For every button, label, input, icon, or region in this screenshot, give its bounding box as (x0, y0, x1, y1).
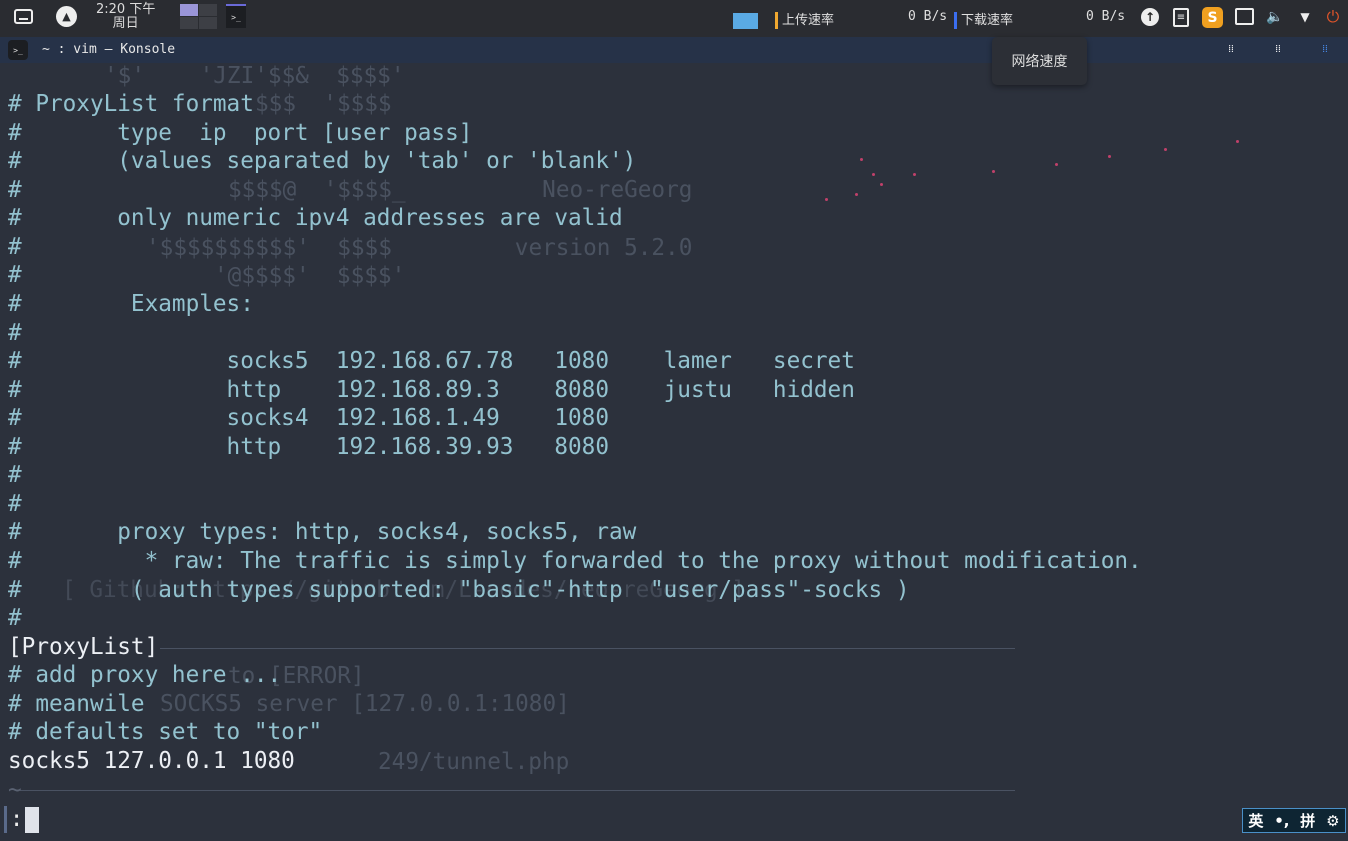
desktop-2[interactable] (199, 4, 217, 16)
editor-buffer[interactable]: # ProxyList format # type ip port [user p… (8, 90, 1142, 804)
desktop-3[interactable] (180, 17, 198, 29)
editor-line: # ProxyList format (8, 91, 254, 117)
window-title: ~ : vim — Konsole (42, 42, 176, 57)
expand-tray-icon[interactable]: ▼ (1297, 9, 1313, 25)
editor-line: # only numeric ipv4 addresses are valid (8, 205, 623, 232)
update-icon[interactable]: ↑ (1141, 8, 1159, 26)
top-panel: ▲ 2:20 下午 周日 >_ 上传速率 0 B/s 下载速率 0 B/s ↑ ≡… (0, 0, 1348, 37)
sogou-input-icon[interactable]: S (1202, 7, 1223, 28)
network-graph-icon (733, 13, 758, 29)
editor-line: # ( auth types supported: "basic"-http "… (8, 576, 910, 603)
show-desktop-icon[interactable] (14, 9, 33, 24)
volume-icon[interactable]: 🔈 (1265, 8, 1285, 26)
editor-line: # defaults set to "tor" (8, 719, 323, 746)
desktop-1[interactable] (180, 4, 198, 16)
bg-text: '$' 'JZI'$$& $$$$' (104, 63, 405, 89)
editor-line: socks5 127.0.0.1 1080 (8, 747, 295, 774)
editor-line: # proxy types: http, socks4, socks5, raw (8, 519, 637, 546)
window-grid-icon-3[interactable]: ⁞⁞ (1318, 42, 1332, 56)
window-titlebar[interactable]: >_ ~ : vim — Konsole ⁞⁞ ⁞⁞ ⁞⁞ (0, 37, 1348, 63)
editor-line: # (8, 490, 22, 517)
download-value: 0 B/s (1086, 9, 1126, 24)
editor-line: # (8, 233, 22, 260)
konsole-app-icon: >_ (8, 40, 28, 60)
download-speed: 下载速率 (954, 9, 1013, 29)
editor-line: # add proxy here ... (8, 662, 282, 689)
terminal-area[interactable]: '$' 'JZI'$$& $$$$' $$$ '$$$$ $$$$@ '$$$$… (0, 63, 1348, 841)
upload-label: 上传速率 (782, 13, 835, 28)
text-cursor (25, 806, 40, 833)
vim-command-line[interactable]: : (4, 806, 40, 833)
desktop-4[interactable] (199, 17, 217, 29)
editor-line: # (8, 176, 22, 203)
clock-time: 2:20 下午 (96, 2, 156, 17)
window-grid-icon-1[interactable]: ⁞⁞ (1224, 42, 1238, 56)
editor-line: # (8, 605, 22, 632)
editor-line: # socks5 192.168.67.78 1080 lamer secret (8, 348, 855, 375)
upload-value: 0 B/s (908, 9, 948, 24)
editor-line: [ProxyList] (8, 633, 159, 660)
power-icon[interactable]: ⏻ (1323, 7, 1343, 27)
ime-mode-toggle[interactable]: 拼 (1300, 810, 1315, 831)
upload-speed: 上传速率 (775, 9, 834, 29)
clock-day: 周日 (112, 16, 139, 31)
app-launcher-icon[interactable]: ▲ (56, 6, 77, 27)
editor-line: ~ (8, 776, 22, 803)
window-grid-icon-2[interactable]: ⁞⁞ (1271, 42, 1285, 56)
editor-line: # http 192.168.89.3 8080 justu hidden (8, 376, 855, 403)
editor-line: # Examples: (8, 290, 254, 317)
editor-line: # type ip port [user pass] (8, 119, 473, 146)
virtual-desktop-pager[interactable] (180, 4, 217, 29)
editor-line: # (values separated by 'tab' or 'blank') (8, 148, 637, 175)
editor-line: # (8, 262, 22, 289)
clipboard-icon[interactable]: ≡ (1173, 8, 1189, 27)
network-icon[interactable] (1235, 8, 1254, 25)
clock[interactable]: 2:20 下午 周日 (96, 3, 155, 31)
editor-line: # (8, 319, 22, 346)
command-prefix: : (10, 807, 24, 832)
ime-punctuation-toggle[interactable]: •, (1274, 812, 1289, 830)
editor-line: # socks4 192.168.1.49 1080 (8, 405, 609, 432)
editor-line: # http 192.168.39.93 8080 (8, 433, 609, 460)
input-method-bar[interactable]: 英 •, 拼 ⚙ (1242, 808, 1346, 833)
taskbar-konsole-icon[interactable]: >_ (226, 4, 246, 28)
ime-language-toggle[interactable]: 英 (1248, 810, 1263, 831)
editor-line: # (8, 462, 22, 489)
download-label: 下载速率 (961, 13, 1014, 28)
editor-line: # * raw: The traffic is simply forwarded… (8, 548, 1142, 574)
editor-line: # meanwile (8, 690, 145, 717)
network-speed-tooltip: 网络速度 (992, 37, 1087, 85)
ime-settings-icon[interactable]: ⚙ (1326, 812, 1339, 830)
